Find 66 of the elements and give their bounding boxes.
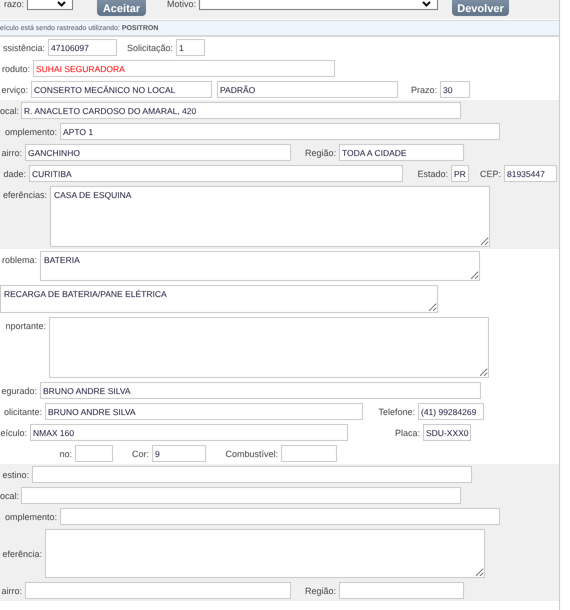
field-label: CEP: [478,168,502,178]
field-label: Região: [304,148,337,158]
field-label: Placa: [394,428,421,438]
field-label: ssistência: [2,42,46,52]
action-button[interactable]: Aceitar [97,0,146,16]
text-field[interactable]: SUHAI SEGURADORA [33,60,335,77]
text-area[interactable] [49,317,489,378]
field-label: egurado: [0,386,38,396]
field-label: Solicitação: [126,42,174,52]
field-label: eículo: [0,428,28,438]
text-field[interactable]: APTO 1 [60,123,500,140]
field-label: nportante: [4,320,47,331]
field-label: eferências: [2,189,48,200]
field-label: Região: [304,586,337,596]
action-button[interactable]: Devolver [452,0,509,16]
chevron-icon [422,1,431,7]
text-field[interactable]: 9 [152,445,206,462]
text-field[interactable]: PADRÃO [217,81,398,98]
text-field[interactable]: CONSERTO MECÂNICO NO LOCAL [31,81,212,98]
field-label: Combustível: [224,448,279,458]
text-field[interactable]: 30 [440,81,470,98]
text-area[interactable] [45,529,485,578]
text-field[interactable] [21,487,461,504]
text-area[interactable]: RECARGA DE BATERIA/PANE ELÉTRICA [0,285,438,313]
chevron-icon [57,1,66,7]
field-label: erviço: [0,84,29,94]
field-label: roduto: [0,64,31,74]
text-area[interactable]: BATERIA [40,251,480,281]
text-area[interactable]: CASA DE ESQUINA [50,186,490,247]
field-label: Estado: [416,168,449,178]
text-field[interactable] [60,508,500,525]
field-label: dade: [2,168,27,178]
text-field[interactable]: (41) 99284269 [418,403,484,420]
field-label: ocal: [0,490,20,500]
text-field[interactable] [25,582,291,599]
field-label: airro: [0,148,23,158]
text-field[interactable]: 47106097 [48,39,117,56]
text-field[interactable]: CURITIBA [29,165,403,182]
field-label: Motivo: [166,0,197,8]
text-field[interactable]: PR [451,165,469,182]
text-field[interactable]: SDU-XXX0 [423,424,471,441]
field-label: roblema: [0,254,38,265]
field-label: ocal: [0,106,20,116]
field-label: omplemento: [4,512,58,522]
text-field[interactable]: BRUNO ANDRE SILVA [45,403,363,420]
field-label: omplemento: [4,126,58,136]
text-field[interactable] [339,582,464,599]
field-label: Telefone: [377,406,416,416]
field-label: no: [58,448,73,458]
field-label: eferência: [1,548,43,558]
text-field[interactable] [32,466,472,483]
text-field[interactable]: TODA A CIDADE [339,144,464,161]
text-field[interactable]: 81935447 [504,165,557,182]
text-field[interactable]: GANCHINHO [25,144,291,161]
field-label: airro: [0,586,23,596]
text-field[interactable]: 1 [176,39,205,56]
text-field[interactable] [281,445,337,462]
field-label: Cor: [130,448,150,458]
field-label: olicitante: [2,406,43,416]
text-field[interactable] [75,445,113,462]
field-label: razo: [2,0,25,8]
text-field[interactable]: BRUNO ANDRE SILVA [40,382,481,399]
text-field[interactable]: NMAX 160 [30,424,348,441]
text-field[interactable]: R. ANACLETO CARDOSO DO AMARAL, 420 [21,102,461,119]
field-label: Prazo: [410,84,438,94]
field-label: estino: [1,470,30,480]
